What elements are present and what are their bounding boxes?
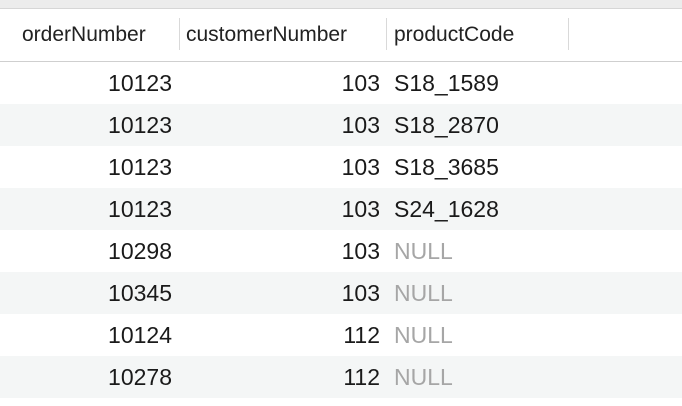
cell-product-code[interactable]: S18_2870 (394, 104, 594, 146)
table-row[interactable]: 10124 112 NULL (0, 314, 682, 356)
cell-customer-number[interactable]: 103 (180, 188, 380, 230)
result-grid: orderNumber customerNumber productCode 1… (0, 9, 682, 398)
cell-order-number[interactable]: 10123 (0, 188, 172, 230)
table-row[interactable]: 10298 103 NULL (0, 230, 682, 272)
cell-order-number[interactable]: 10345 (0, 272, 172, 314)
cell-product-code-null[interactable]: NULL (394, 314, 594, 356)
column-resize-handle[interactable] (568, 18, 569, 50)
cell-customer-number[interactable]: 103 (180, 146, 380, 188)
column-header-customer-number[interactable]: customerNumber (186, 9, 347, 61)
cell-customer-number[interactable]: 103 (180, 272, 380, 314)
cell-order-number[interactable]: 10123 (0, 104, 172, 146)
cell-order-number[interactable]: 10298 (0, 230, 172, 272)
table-row[interactable]: 10123 103 S18_2870 (0, 104, 682, 146)
cell-product-code-null[interactable]: NULL (394, 230, 594, 272)
cell-customer-number[interactable]: 103 (180, 104, 380, 146)
column-header-product-code[interactable]: productCode (394, 9, 514, 61)
cell-product-code-null[interactable]: NULL (394, 356, 594, 398)
cell-order-number[interactable]: 10123 (0, 146, 172, 188)
table-row[interactable]: 10123 103 S18_1589 (0, 62, 682, 104)
column-resize-handle[interactable] (386, 18, 387, 50)
table-row[interactable]: 10123 103 S24_1628 (0, 188, 682, 230)
table-row[interactable]: 10345 103 NULL (0, 272, 682, 314)
table-row[interactable]: 10123 103 S18_3685 (0, 146, 682, 188)
column-header-order-number[interactable]: orderNumber (22, 9, 146, 61)
cell-order-number[interactable]: 10124 (0, 314, 172, 356)
cell-order-number[interactable]: 10278 (0, 356, 172, 398)
table-row[interactable]: 10278 112 NULL (0, 356, 682, 398)
cell-order-number[interactable]: 10123 (0, 62, 172, 104)
cell-customer-number[interactable]: 112 (180, 356, 380, 398)
toolbar-strip (0, 0, 682, 9)
cell-product-code[interactable]: S18_1589 (394, 62, 594, 104)
cell-product-code[interactable]: S24_1628 (394, 188, 594, 230)
cell-product-code-null[interactable]: NULL (394, 272, 594, 314)
cell-product-code[interactable]: S18_3685 (394, 146, 594, 188)
cell-customer-number[interactable]: 103 (180, 62, 380, 104)
grid-header: orderNumber customerNumber productCode (0, 9, 682, 62)
column-resize-handle[interactable] (179, 18, 180, 50)
cell-customer-number[interactable]: 103 (180, 230, 380, 272)
cell-customer-number[interactable]: 112 (180, 314, 380, 356)
